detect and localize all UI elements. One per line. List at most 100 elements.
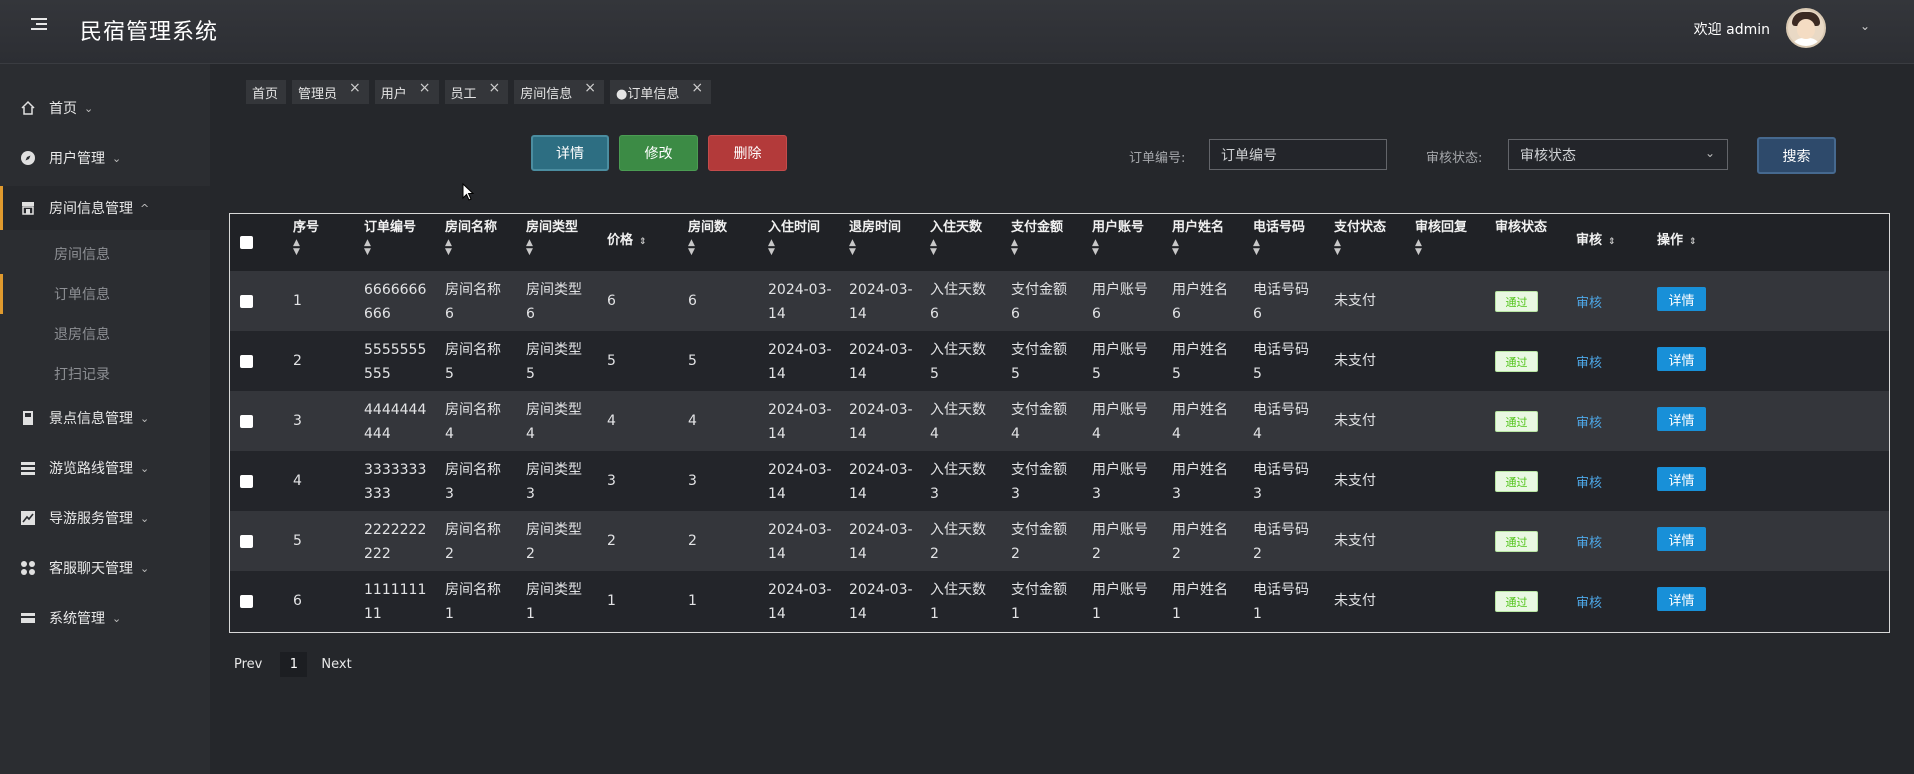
next-page-link[interactable]: Next [321, 657, 351, 672]
column-header-3[interactable]: 房间名称 ▲ ▼ [445, 220, 497, 257]
table-row[interactable]: 4 3333333 333 房间名称 3 房间类型 3 3 3 2024-03- 14 2024-03… [230, 451, 1889, 511]
audit-link[interactable]: 审核 [1576, 412, 1602, 431]
sidebar-item-7[interactable]: 客服聊天管理 ⌄ [0, 546, 210, 590]
row-detail-button[interactable]: 详情 [1657, 527, 1706, 551]
tab-5[interactable]: 房间信息 × [514, 80, 605, 104]
sort-icon[interactable]: ▲ ▼ [364, 239, 416, 257]
column-header-11[interactable]: 用户账号 ▲ ▼ [1092, 220, 1144, 257]
sort-icon[interactable]: ⇕ [1689, 238, 1697, 247]
detail-button[interactable]: 详情 [531, 135, 609, 171]
sort-icon[interactable]: ⇕ [639, 238, 647, 247]
cell-checkout-time-line1: 2024-03- [849, 522, 913, 538]
table-row[interactable]: 3 4444444 444 房间名称 4 房间类型 4 4 4 2024-03- 14 2024-03… [230, 391, 1889, 451]
sidebar-item-5[interactable]: 游览路线管理 ⌄ [0, 446, 210, 490]
close-icon[interactable]: × [419, 80, 431, 96]
audit-status-select[interactable]: 审核状态 ⌄ [1508, 139, 1728, 170]
table-row[interactable]: 2 5555555 555 房间名称 5 房间类型 5 5 5 2024-03- 14 2024-03… [230, 331, 1889, 391]
sidebar-item-4[interactable]: 景点信息管理 ⌄ [0, 396, 210, 440]
column-header-2[interactable]: 订单编号 ▲ ▼ [364, 220, 416, 257]
sort-icon[interactable]: ▲ ▼ [1092, 239, 1144, 257]
row-checkbox[interactable] [240, 295, 253, 308]
column-header-15[interactable]: 审核回复 ▲ ▼ [1415, 220, 1467, 257]
close-icon[interactable]: × [691, 80, 703, 96]
avatar[interactable] [1786, 8, 1826, 48]
delete-button[interactable]: 删除 [708, 135, 787, 171]
row-detail-button[interactable]: 详情 [1657, 287, 1706, 311]
sort-icon[interactable]: ▲ ▼ [768, 239, 820, 257]
tab-2[interactable]: 管理员 × [292, 80, 369, 104]
sort-icon[interactable]: ▲ ▼ [293, 239, 319, 257]
sidebar-subitem-2[interactable]: 订单信息 [0, 274, 210, 314]
select-all-checkbox[interactable] [240, 236, 253, 249]
audit-link[interactable]: 审核 [1576, 592, 1602, 611]
tab-1[interactable]: 首页 [246, 80, 287, 104]
tab-3[interactable]: 用户 × [374, 80, 439, 104]
sort-icon[interactable]: ▲ ▼ [1172, 239, 1224, 257]
row-detail-button[interactable]: 详情 [1657, 467, 1706, 491]
sort-icon[interactable]: ▲ ▼ [445, 239, 497, 257]
menu-toggle-icon[interactable] [31, 18, 47, 32]
sidebar-item-8[interactable]: 系统管理 ⌄ [0, 596, 210, 640]
tab-bar: 首页 管理员 × 用户 × 员工 × 房间信息 × ●订单信息 × [246, 80, 712, 104]
row-checkbox[interactable] [240, 415, 253, 428]
tab-6[interactable]: ●订单信息 × [610, 80, 712, 104]
sort-icon[interactable]: ▲ ▼ [1415, 239, 1467, 257]
sidebar-subitem-4[interactable]: 打扫记录 [0, 354, 210, 394]
audit-link[interactable]: 审核 [1576, 532, 1602, 551]
order-number-input[interactable]: 订单编号 [1209, 139, 1387, 170]
close-icon[interactable]: × [349, 80, 361, 96]
sort-icon[interactable]: ▲ ▼ [849, 239, 901, 257]
column-header-5[interactable]: 价格 ⇕ [607, 233, 647, 249]
table-row[interactable]: 5 2222222 222 房间名称 2 房间类型 2 2 2 2024-03- 14 2024-03… [230, 511, 1889, 571]
column-header-4[interactable]: 房间类型 ▲ ▼ [526, 220, 578, 257]
sidebar-item-2[interactable]: 用户管理 ⌄ [0, 136, 210, 180]
table-row[interactable]: 6 1111111 11 房间名称 1 房间类型 1 1 1 2024-03- 14 2024-03-… [230, 571, 1889, 631]
table-row[interactable]: 1 6666666 666 房间名称 6 房间类型 6 6 6 2024-03- 14 2024-03… [230, 271, 1889, 331]
sort-icon[interactable]: ▲ ▼ [930, 239, 982, 257]
audit-link[interactable]: 审核 [1576, 292, 1602, 311]
column-header-12[interactable]: 用户姓名 ▲ ▼ [1172, 220, 1224, 257]
page-number-1[interactable]: 1 [280, 652, 308, 677]
row-checkbox[interactable] [240, 595, 253, 608]
sort-icon[interactable]: ▲ ▼ [688, 239, 727, 257]
sort-icon[interactable]: ▲ ▼ [1253, 239, 1305, 257]
column-header-16[interactable]: 审核状态 [1495, 220, 1547, 236]
column-header-8[interactable]: 退房时间 ▲ ▼ [849, 220, 901, 257]
close-icon[interactable]: × [584, 80, 596, 96]
sidebar-subitem-1[interactable]: 房间信息 [0, 234, 210, 274]
column-header-14[interactable]: 支付状态 ▲ ▼ [1334, 220, 1386, 257]
sort-icon[interactable]: ▲ ▼ [1334, 239, 1386, 257]
column-header-18[interactable]: 操作 ⇕ [1657, 233, 1697, 249]
column-header-9[interactable]: 入住天数 ▲ ▼ [930, 220, 982, 257]
row-detail-button[interactable]: 详情 [1657, 407, 1706, 431]
sort-icon[interactable]: ▲ ▼ [526, 239, 578, 257]
tab-4[interactable]: 员工 × [444, 80, 509, 104]
row-checkbox[interactable] [240, 355, 253, 368]
sidebar-item-3[interactable]: 房间信息管理 ^ [0, 186, 210, 230]
row-checkbox[interactable] [240, 475, 253, 488]
sidebar-subitem-3[interactable]: 退房信息 [0, 314, 210, 354]
sort-icon[interactable]: ⇕ [1608, 238, 1616, 247]
cell-checkout-time-line2: 14 [849, 486, 867, 502]
orders-table: 序号 ▲ ▼ 订单编号 ▲ ▼ 房间名称 ▲ ▼ 房间类型 ▲ ▼ 价格 ⇕ 房间数 ▲ ▼ 入住时间 ▲ ▼ 退房时间… [229, 213, 1890, 633]
column-header-13[interactable]: 电话号码 ▲ ▼ [1253, 220, 1305, 257]
close-icon[interactable]: × [489, 80, 501, 96]
column-header-7[interactable]: 入住时间 ▲ ▼ [768, 220, 820, 257]
audit-link[interactable]: 审核 [1576, 352, 1602, 371]
row-checkbox[interactable] [240, 535, 253, 548]
prev-page-link[interactable]: Prev [234, 657, 262, 672]
audit-link[interactable]: 审核 [1576, 472, 1602, 491]
row-detail-button[interactable]: 详情 [1657, 587, 1706, 611]
sidebar-item-6[interactable]: 导游服务管理 ⌄ [0, 496, 210, 540]
column-header-6[interactable]: 房间数 ▲ ▼ [688, 220, 727, 257]
search-button[interactable]: 搜索 [1757, 137, 1836, 174]
column-header-10[interactable]: 支付金额 ▲ ▼ [1011, 220, 1063, 257]
edit-button[interactable]: 修改 [619, 135, 698, 171]
sidebar-item-1[interactable]: 首页 ⌄ [0, 86, 210, 130]
column-header-1[interactable]: 序号 ▲ ▼ [293, 220, 319, 257]
row-detail-button[interactable]: 详情 [1657, 347, 1706, 371]
chevron-down-icon[interactable]: ⌄ [1860, 19, 1870, 33]
sort-icon[interactable]: ▲ ▼ [1011, 239, 1063, 257]
column-header-17[interactable]: 审核 ⇕ [1576, 233, 1616, 249]
cell-order-number-line1: 5555555 [364, 342, 427, 358]
